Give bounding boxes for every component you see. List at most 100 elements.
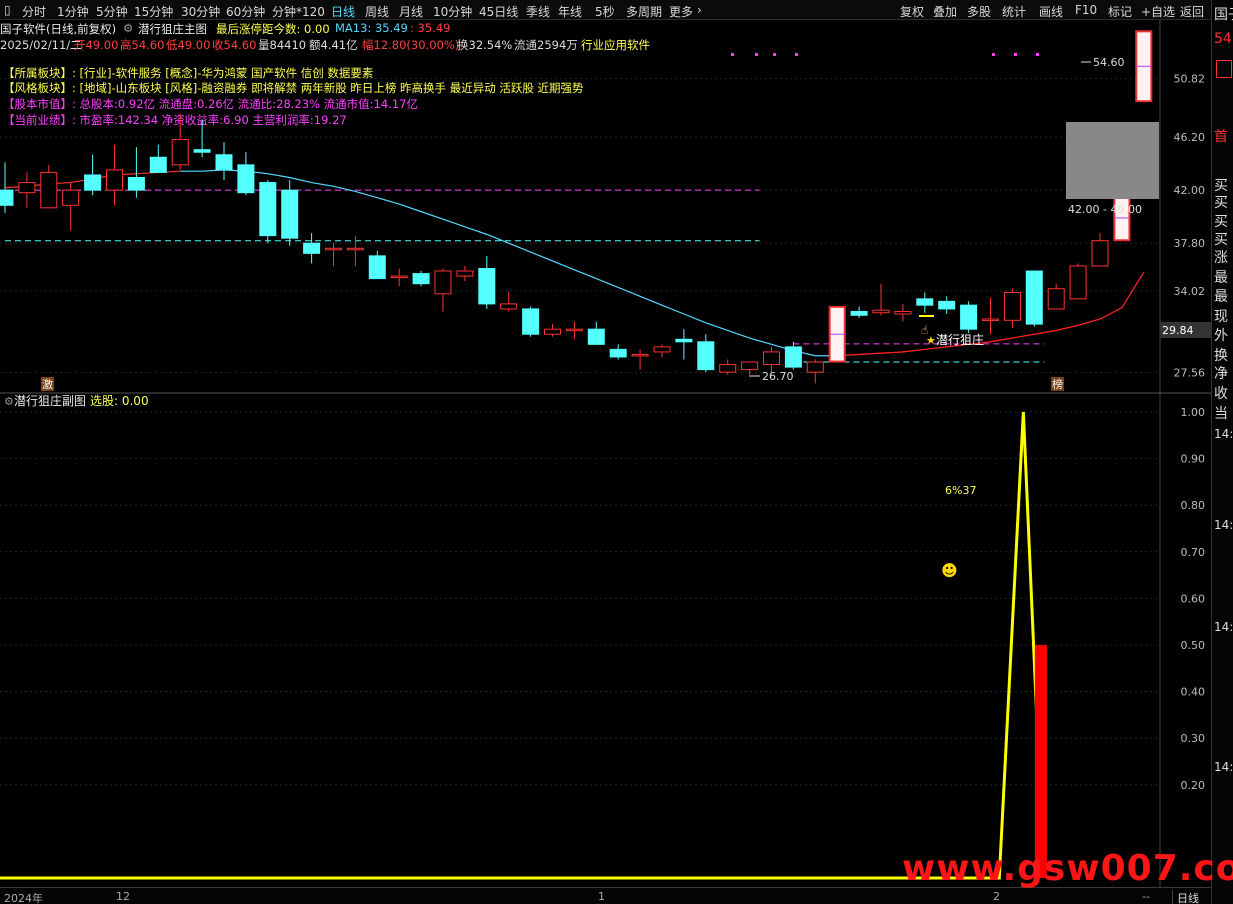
candle-body[interactable]: [916, 298, 934, 306]
marker-dot: [773, 53, 776, 56]
high-label: 54.60: [1093, 56, 1125, 69]
candle-body[interactable]: [259, 182, 277, 237]
price-tick-label: 50.82: [1174, 73, 1206, 86]
candle-body[interactable]: [281, 189, 299, 239]
kline-chart[interactable]: 27.56 34.02 37.80 42.00 46.20 50.82 42.00 - 49…: [0, 0, 1211, 887]
quote-label-17: 14:: [1214, 518, 1233, 532]
candle-body[interactable]: [106, 169, 123, 191]
candle-body[interactable]: [0, 189, 14, 206]
right-quote-panel: 国子54首买买买买涨最最现外换净收当14:14:14:14:: [1211, 0, 1233, 904]
candle-body[interactable]: [237, 164, 255, 194]
price-tick-label: 42.00: [1174, 184, 1206, 197]
marker-dot: [795, 53, 798, 56]
month-label-12: 12: [116, 890, 130, 903]
candle-body[interactable]: [1091, 240, 1109, 267]
candle-body[interactable]: [806, 361, 824, 373]
candle-body[interactable]: [40, 171, 58, 209]
candle-body[interactable]: [565, 328, 583, 332]
quote-label-8: 最: [1214, 270, 1228, 286]
candle-body[interactable]: [434, 270, 452, 295]
candle-body[interactable]: [1047, 288, 1065, 310]
candle-body[interactable]: [62, 189, 80, 206]
candle-body[interactable]: [215, 154, 233, 171]
pointer-icon: ☝: [921, 323, 928, 337]
candle-body[interactable]: [325, 247, 342, 251]
candle-body[interactable]: [741, 361, 759, 371]
price-tick-label: 27.56: [1174, 367, 1206, 380]
candle-body[interactable]: [938, 300, 956, 310]
price-tick-label: 34.02: [1174, 285, 1206, 298]
sub-tick-label: 0.70: [1181, 546, 1206, 559]
candle-body[interactable]: [1069, 265, 1087, 300]
candle-body[interactable]: [631, 353, 649, 357]
quote-label-19: 14:: [1214, 760, 1233, 774]
quote-label-11: 外: [1214, 328, 1228, 344]
candle-body[interactable]: [127, 176, 145, 191]
sub-tick-label: 0.90: [1181, 453, 1206, 466]
candle-body[interactable]: [982, 318, 999, 322]
candle-body[interactable]: [587, 328, 605, 345]
candle-body[interactable]: [653, 346, 671, 353]
quote-label-6: 买: [1214, 232, 1228, 248]
gear-icon: ⚙: [4, 395, 14, 408]
quote-label-13: 净: [1214, 366, 1228, 382]
sub-annotation: 6%37: [945, 484, 976, 497]
candle-body[interactable]: [456, 270, 474, 277]
candle-body[interactable]: [149, 156, 167, 173]
candle-body[interactable]: [544, 328, 561, 335]
marker-dot: [731, 53, 734, 56]
candle-body[interactable]: [675, 338, 693, 343]
axis-dash: --: [1142, 890, 1150, 903]
marker-dot: [1014, 53, 1017, 56]
candle-body[interactable]: [1003, 292, 1021, 321]
candle-body[interactable]: [478, 268, 496, 305]
candle-body[interactable]: [368, 255, 386, 280]
candle-body[interactable]: [412, 273, 430, 285]
candle-body[interactable]: [719, 364, 737, 373]
quote-label-15: 当: [1214, 406, 1228, 422]
quote-label-4: 买: [1214, 195, 1228, 211]
candle-body[interactable]: [171, 139, 189, 166]
marker-dot: [755, 53, 758, 56]
sub-tick-label: 0.50: [1181, 639, 1206, 652]
sub-tick-label: 0.80: [1181, 499, 1206, 512]
candle-body[interactable]: [609, 348, 627, 358]
sub-tick-label: 0.30: [1181, 732, 1206, 745]
price-range-box: [1066, 122, 1159, 199]
candle-body[interactable]: [522, 308, 540, 335]
candle-body[interactable]: [390, 275, 408, 279]
month-label-2: 2: [993, 890, 1000, 903]
candle-body[interactable]: [193, 149, 211, 153]
flag-label: 激: [42, 377, 53, 391]
watermark: www.gsw007.com: [902, 848, 1233, 889]
candle-body[interactable]: [697, 341, 715, 371]
quote-label-16: 14:: [1214, 427, 1233, 441]
candle-body[interactable]: [500, 303, 518, 310]
sub-tick-label: 0.20: [1181, 779, 1206, 792]
candle-body[interactable]: [784, 346, 802, 368]
candle-body[interactable]: [872, 309, 890, 314]
quote-label-0: 国子: [1214, 7, 1233, 23]
signal-label: 潜行狙庄: [936, 332, 984, 347]
candle-body[interactable]: [84, 174, 102, 191]
low-label: 26.70: [762, 370, 794, 383]
candle-body[interactable]: [850, 310, 868, 316]
candle-body[interactable]: [960, 304, 978, 330]
price-tick-label: 37.80: [1174, 237, 1206, 250]
candle-body[interactable]: [763, 351, 780, 366]
candle-body[interactable]: [1025, 270, 1043, 325]
quote-label-7: 涨: [1214, 250, 1228, 266]
marker-dot: [992, 53, 995, 56]
period-tab[interactable]: 日线: [1172, 890, 1199, 904]
flag-label: 榜: [1052, 377, 1063, 391]
candle-body[interactable]: [303, 242, 321, 254]
month-label-1: 1: [598, 890, 605, 903]
candle-body[interactable]: [18, 182, 36, 194]
signal-bar: [1034, 645, 1047, 878]
quote-label-10: 现: [1214, 309, 1228, 325]
sub-tick-label: 0.60: [1181, 592, 1206, 605]
candle-body[interactable]: [346, 247, 364, 251]
candle-body[interactable]: [894, 310, 912, 315]
current-price-text: 29.84: [1162, 324, 1194, 337]
sub-tick-label: 0.40: [1181, 686, 1206, 699]
